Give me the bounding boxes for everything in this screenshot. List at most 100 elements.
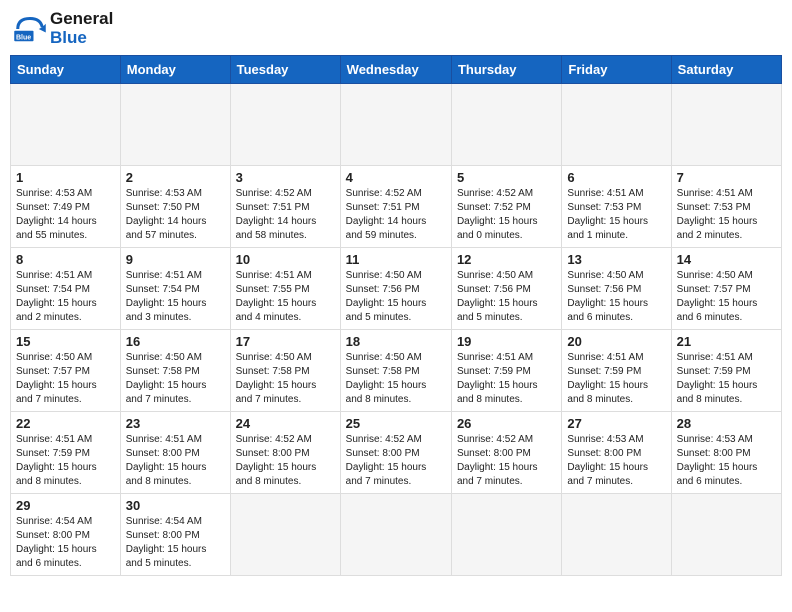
day-cell-4: 4Sunrise: 4:52 AM Sunset: 7:51 PM Daylig… (340, 166, 451, 248)
day-cell-12: 12 Sunrise: 4:50 AM Sunset: 7:56 PM Dayli… (451, 248, 561, 330)
day-number: 2 (126, 170, 225, 185)
day-cell-19: 19 Sunrise: 4:51 AM Sunset: 7:59 PM Dayli… (451, 330, 561, 412)
week-row-1: 1 Sunrise: 4:53 AM Sunset: 7:49 PM Daylig… (11, 166, 782, 248)
day-number: 9 (126, 252, 225, 267)
day-number: 15 (16, 334, 115, 349)
day-cell-10: 10 Sunrise: 4:51 AM Sunset: 7:55 PM Dayli… (230, 248, 340, 330)
day-info: Sunrise: 4:50 AM Sunset: 7:57 PM Dayligh… (16, 351, 115, 407)
logo-text-line2: Blue (50, 29, 113, 48)
day-cell-26: 26 Sunrise: 4:52 AM Sunset: 8:00 PM Dayli… (451, 412, 561, 494)
day-info: Sunrise: 4:50 AM Sunset: 7:56 PM Dayligh… (457, 269, 556, 325)
day-info: Sunrise: 4:51 AM Sunset: 7:54 PM Dayligh… (16, 269, 115, 325)
day-cell-20: 20Sunrise: 4:51 AM Sunset: 7:59 PM Dayli… (562, 330, 671, 412)
day-number: 24 (236, 416, 335, 431)
day-cell-25: 25 Sunrise: 4:52 AM Sunset: 8:00 PM Dayli… (340, 412, 451, 494)
day-info: Sunrise: 4:51 AM Sunset: 7:54 PM Dayligh… (126, 269, 225, 325)
day-number: 10 (236, 252, 335, 267)
day-number: 17 (236, 334, 335, 349)
empty-cell (562, 84, 671, 166)
day-info: Sunrise: 4:51 AM Sunset: 7:59 PM Dayligh… (457, 351, 556, 407)
day-cell-1: 1 Sunrise: 4:53 AM Sunset: 7:49 PM Daylig… (11, 166, 121, 248)
day-cell-30: 30 Sunrise: 4:54 AM Sunset: 8:00 PM Dayli… (120, 494, 230, 576)
day-info: Sunrise: 4:52 AM Sunset: 7:52 PM Dayligh… (457, 187, 556, 243)
day-number: 26 (457, 416, 556, 431)
day-info: Sunrise: 4:50 AM Sunset: 7:57 PM Dayligh… (677, 269, 776, 325)
empty-cell (120, 84, 230, 166)
logo-text-line1: General (50, 10, 113, 29)
day-info: Sunrise: 4:50 AM Sunset: 7:58 PM Dayligh… (346, 351, 446, 407)
day-info: Sunrise: 4:50 AM Sunset: 7:56 PM Dayligh… (567, 269, 665, 325)
day-number: 3 (236, 170, 335, 185)
day-info: Sunrise: 4:53 AM Sunset: 7:49 PM Dayligh… (16, 187, 115, 243)
col-header-thursday: Thursday (451, 56, 561, 84)
day-info: Sunrise: 4:53 AM Sunset: 8:00 PM Dayligh… (677, 433, 776, 489)
day-number: 19 (457, 334, 556, 349)
day-info: Sunrise: 4:52 AM Sunset: 8:00 PM Dayligh… (346, 433, 446, 489)
col-header-tuesday: Tuesday (230, 56, 340, 84)
day-cell-22: 22 Sunrise: 4:51 AM Sunset: 7:59 PM Dayli… (11, 412, 121, 494)
col-header-wednesday: Wednesday (340, 56, 451, 84)
day-cell-28: 28 Sunrise: 4:53 AM Sunset: 8:00 PM Dayli… (671, 412, 781, 494)
day-info: Sunrise: 4:52 AM Sunset: 8:00 PM Dayligh… (457, 433, 556, 489)
day-info: Sunrise: 4:51 AM Sunset: 7:53 PM Dayligh… (677, 187, 776, 243)
day-info: Sunrise: 4:50 AM Sunset: 7:58 PM Dayligh… (236, 351, 335, 407)
day-cell-5: 5 Sunrise: 4:52 AM Sunset: 7:52 PM Daylig… (451, 166, 561, 248)
col-header-saturday: Saturday (671, 56, 781, 84)
day-number: 12 (457, 252, 556, 267)
day-info: Sunrise: 4:51 AM Sunset: 7:59 PM Dayligh… (16, 433, 115, 489)
week-row-4: 22 Sunrise: 4:51 AM Sunset: 7:59 PM Dayli… (11, 412, 782, 494)
day-cell-23: 23 Sunrise: 4:51 AM Sunset: 8:00 PM Dayli… (120, 412, 230, 494)
empty-cell (671, 494, 781, 576)
day-info: Sunrise: 4:53 AM Sunset: 7:50 PM Dayligh… (126, 187, 225, 243)
day-number: 22 (16, 416, 115, 431)
day-cell-9: 9 Sunrise: 4:51 AM Sunset: 7:54 PM Daylig… (120, 248, 230, 330)
logo: Blue General Blue (14, 10, 113, 47)
day-number: 8 (16, 252, 115, 267)
empty-cell (562, 494, 671, 576)
empty-cell (230, 84, 340, 166)
empty-cell (230, 494, 340, 576)
day-info: Sunrise: 4:51 AM Sunset: 7:55 PM Dayligh… (236, 269, 335, 325)
day-number: 20 (567, 334, 665, 349)
day-cell-14: 14Sunrise: 4:50 AM Sunset: 7:57 PM Dayli… (671, 248, 781, 330)
day-number: 18 (346, 334, 446, 349)
day-number: 25 (346, 416, 446, 431)
day-number: 7 (677, 170, 776, 185)
empty-cell (340, 494, 451, 576)
day-number: 21 (677, 334, 776, 349)
day-cell-2: 2 Sunrise: 4:53 AM Sunset: 7:50 PM Daylig… (120, 166, 230, 248)
day-number: 1 (16, 170, 115, 185)
day-info: Sunrise: 4:54 AM Sunset: 8:00 PM Dayligh… (16, 515, 115, 571)
day-cell-24: 24Sunrise: 4:52 AM Sunset: 8:00 PM Dayli… (230, 412, 340, 494)
day-number: 11 (346, 252, 446, 267)
empty-cell (11, 84, 121, 166)
col-header-monday: Monday (120, 56, 230, 84)
col-header-friday: Friday (562, 56, 671, 84)
day-info: Sunrise: 4:52 AM Sunset: 7:51 PM Dayligh… (236, 187, 335, 243)
day-cell-15: 15 Sunrise: 4:50 AM Sunset: 7:57 PM Dayli… (11, 330, 121, 412)
day-number: 30 (126, 498, 225, 513)
day-cell-11: 11 Sunrise: 4:50 AM Sunset: 7:56 PM Dayli… (340, 248, 451, 330)
day-info: Sunrise: 4:50 AM Sunset: 7:56 PM Dayligh… (346, 269, 446, 325)
day-number: 27 (567, 416, 665, 431)
svg-text:Blue: Blue (16, 34, 31, 41)
empty-cell (671, 84, 781, 166)
day-info: Sunrise: 4:51 AM Sunset: 7:53 PM Dayligh… (567, 187, 665, 243)
day-cell-21: 21Sunrise: 4:51 AM Sunset: 7:59 PM Dayli… (671, 330, 781, 412)
day-number: 23 (126, 416, 225, 431)
day-cell-17: 17 Sunrise: 4:50 AM Sunset: 7:58 PM Dayli… (230, 330, 340, 412)
col-header-sunday: Sunday (11, 56, 121, 84)
day-number: 5 (457, 170, 556, 185)
day-cell-29: 29 Sunrise: 4:54 AM Sunset: 8:00 PM Dayli… (11, 494, 121, 576)
day-cell-13: 13 Sunrise: 4:50 AM Sunset: 7:56 PM Dayli… (562, 248, 671, 330)
day-info: Sunrise: 4:53 AM Sunset: 8:00 PM Dayligh… (567, 433, 665, 489)
day-number: 13 (567, 252, 665, 267)
page-header: Blue General Blue (10, 10, 782, 47)
week-row-0 (11, 84, 782, 166)
day-info: Sunrise: 4:52 AM Sunset: 7:51 PM Dayligh… (346, 187, 446, 243)
day-number: 29 (16, 498, 115, 513)
day-info: Sunrise: 4:54 AM Sunset: 8:00 PM Dayligh… (126, 515, 225, 571)
day-info: Sunrise: 4:51 AM Sunset: 8:00 PM Dayligh… (126, 433, 225, 489)
day-number: 16 (126, 334, 225, 349)
day-number: 28 (677, 416, 776, 431)
